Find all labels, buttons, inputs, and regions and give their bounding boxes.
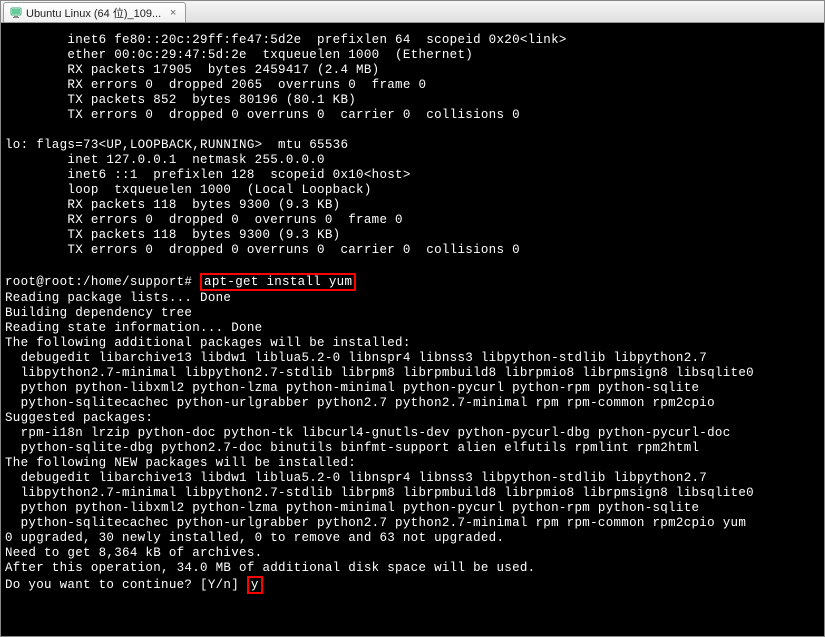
continue-prompt: Do you want to continue? [Y/n] <box>5 578 247 592</box>
vm-window: Ubuntu Linux (64 位)_109... × inet6 fe80:… <box>0 0 825 637</box>
answer-highlight: y <box>247 576 263 594</box>
tab-bar: Ubuntu Linux (64 位)_109... × <box>1 1 824 23</box>
command-highlight: apt-get install yum <box>200 273 356 291</box>
terminal-output[interactable]: inet6 fe80::20c:29ff:fe47:5d2e prefixlen… <box>1 23 824 636</box>
apt-output: Reading package lists... Done Building d… <box>5 291 754 575</box>
ifconfig-output: inet6 fe80::20c:29ff:fe47:5d2e prefixlen… <box>5 33 567 257</box>
vm-tab[interactable]: Ubuntu Linux (64 位)_109... × <box>3 2 186 22</box>
tab-title: Ubuntu Linux (64 位)_109... <box>26 5 161 21</box>
command-text: apt-get install yum <box>204 275 352 289</box>
answer-text: y <box>251 578 259 592</box>
monitor-icon <box>10 7 22 19</box>
close-icon[interactable]: × <box>167 7 179 19</box>
shell-prompt: root@root:/home/support# <box>5 275 200 289</box>
